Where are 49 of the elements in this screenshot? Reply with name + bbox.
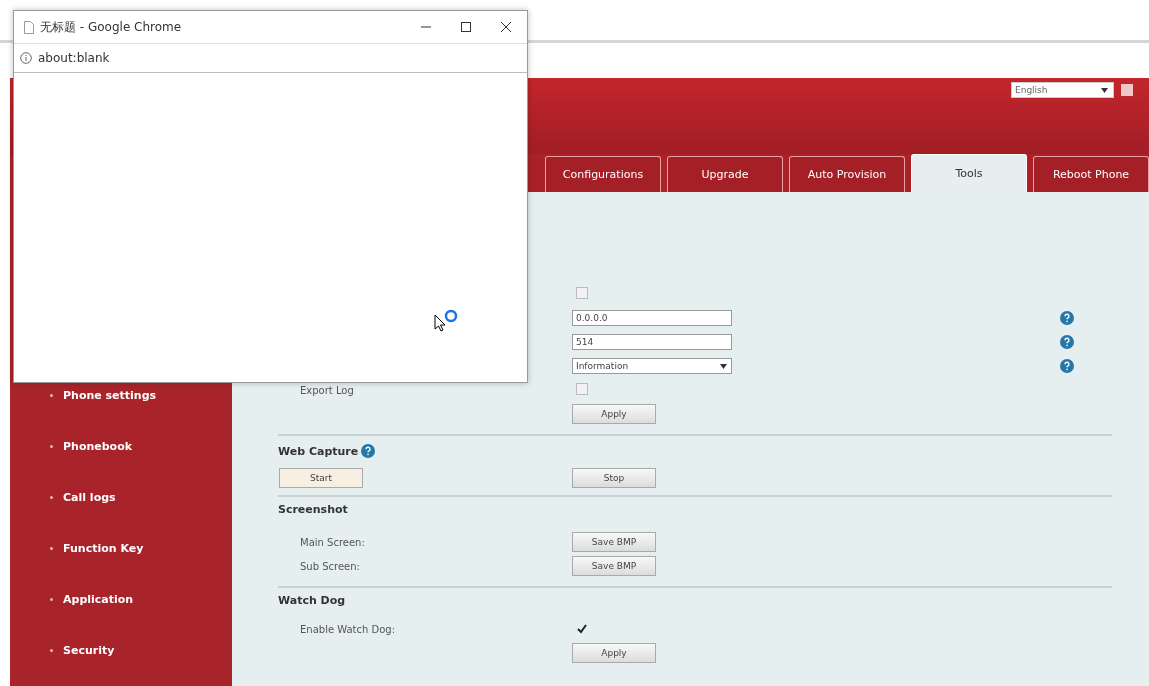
info-icon[interactable] <box>20 52 32 64</box>
window-title: 无标题 - Google Chrome <box>40 18 183 36</box>
stop-button[interactable]: Stop <box>572 468 656 488</box>
help-icon[interactable] <box>1060 359 1074 373</box>
maximize-icon[interactable] <box>461 22 471 32</box>
address-bar[interactable]: about:blank <box>38 51 110 65</box>
sidebar-item[interactable]: Application <box>63 593 134 606</box>
port-field[interactable]: 514 <box>572 334 732 350</box>
checkbox[interactable] <box>576 383 588 395</box>
sidebar-item[interactable]: Phone settings <box>63 389 157 402</box>
language-dropdown[interactable]: English <box>1011 82 1114 98</box>
save-bmp-button[interactable]: Save BMP <box>572 532 656 552</box>
checkbox[interactable] <box>576 287 588 299</box>
field-label: Enable Watch Dog: <box>299 623 397 635</box>
checkbox[interactable] <box>576 622 588 635</box>
tab[interactable]: Configurations <box>545 156 661 192</box>
caret-icon <box>1101 87 1108 93</box>
section-title: Screenshot <box>277 501 349 518</box>
apply-button[interactable]: Apply <box>572 643 656 663</box>
section-title: Watch Dog <box>277 592 347 609</box>
caret-icon <box>720 363 727 369</box>
sidebar-item[interactable]: Function Key <box>63 542 144 555</box>
bullet-icon <box>50 598 53 601</box>
tab[interactable]: Tools <box>911 154 1027 192</box>
tab[interactable]: Auto Provision <box>789 156 905 192</box>
save-bmp-button[interactable]: Save BMP <box>572 556 656 576</box>
server-field[interactable]: 0.0.0.0 <box>572 310 732 326</box>
field-label: Sub Screen: <box>299 560 361 572</box>
bullet-icon <box>50 445 53 448</box>
page-icon <box>24 20 34 34</box>
tab[interactable]: Reboot Phone <box>1033 156 1149 192</box>
close-icon[interactable] <box>501 22 511 32</box>
sidebar-item[interactable]: Phonebook <box>63 440 133 453</box>
section-title: Web Capture <box>278 444 359 458</box>
field-label: Export Log <box>299 384 355 396</box>
bullet-icon <box>50 649 53 652</box>
tab[interactable]: Upgrade <box>667 156 783 192</box>
apply-button[interactable]: Apply <box>572 404 656 424</box>
sidebar-item[interactable]: Security <box>63 644 115 657</box>
help-icon[interactable] <box>1060 311 1074 325</box>
help-icon[interactable] <box>1060 335 1074 349</box>
field-label: Main Screen: <box>299 536 366 548</box>
sidebar-item[interactable]: Call logs <box>63 491 116 504</box>
bullet-icon <box>50 394 53 397</box>
help-icon[interactable] <box>361 444 376 458</box>
start-button[interactable]: Start <box>279 468 363 488</box>
bullet-icon <box>50 496 53 499</box>
bullet-icon <box>50 547 53 550</box>
level-dropdown[interactable]: Information <box>572 358 732 374</box>
